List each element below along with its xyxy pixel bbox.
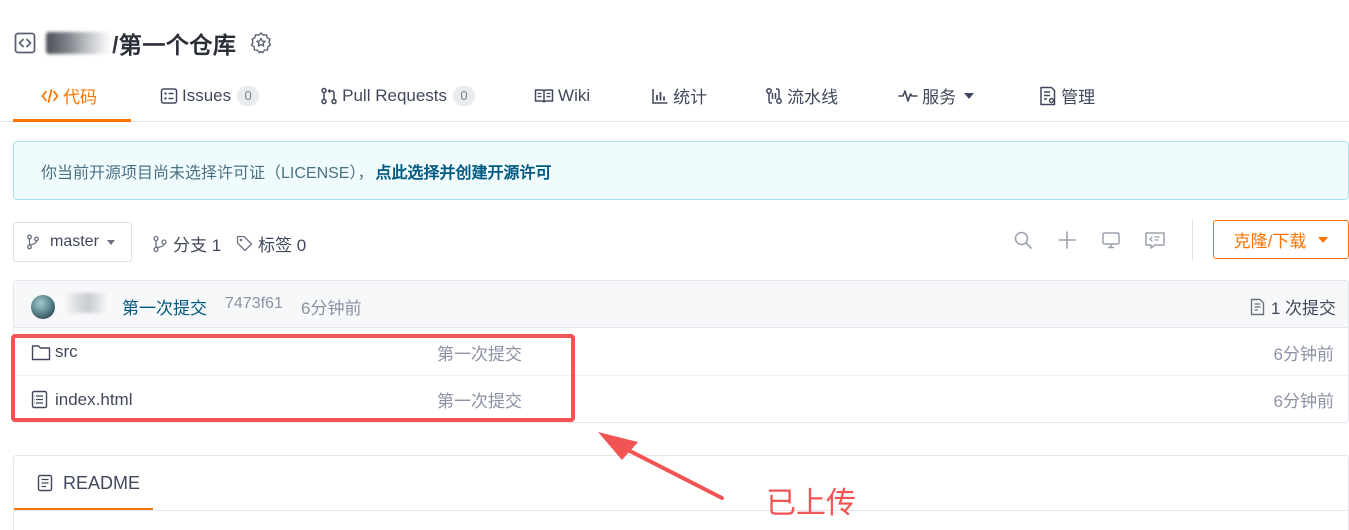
commit-history-icon (1250, 298, 1265, 316)
file-commit-time: 6分钟前 (1273, 344, 1334, 364)
branch-icon (26, 234, 40, 250)
tab-code[interactable]: 代码 (13, 72, 131, 122)
tab-stats-label: 统计 (673, 88, 708, 107)
tab-pipeline-label: 流水线 (787, 88, 839, 107)
commit-count-label: 1 次提交 (1270, 299, 1336, 318)
branch-icon (152, 235, 168, 253)
pull-requests-count-badge: 0 (453, 85, 476, 106)
tab-code-label: 代码 (63, 88, 97, 107)
tab-pull-requests[interactable]: Pull Requests 0 (320, 72, 476, 119)
file-commit-message[interactable]: 第一次提交 (437, 340, 522, 365)
tab-pipeline[interactable]: 流水线 (765, 72, 838, 119)
file-commit-time: 6分钟前 (1273, 392, 1334, 411)
file-name[interactable]: src (55, 342, 78, 362)
file-commit-message[interactable]: 第一次提交 (437, 387, 522, 412)
tags-label: 标签 0 (258, 236, 307, 255)
plus-icon[interactable] (1056, 229, 1078, 251)
latest-commit-time: 6分钟前 (301, 299, 362, 318)
issues-count-badge: 0 (237, 85, 260, 106)
license-notice: 你当前开源项目尚未选择许可证（LICENSE）， 点此选择并创建开源许可 (13, 141, 1349, 200)
file-row[interactable]: index.html 第一次提交 6分钟前 (14, 376, 1348, 423)
pulse-icon (898, 88, 918, 104)
tab-services[interactable]: 服务 (898, 72, 975, 119)
readme-divider (14, 510, 1348, 511)
tab-pull-requests-label: Pull Requests (342, 85, 448, 105)
repo-title-row: /第一个仓库 (13, 26, 274, 60)
tab-issues[interactable]: Issues 0 (160, 72, 260, 119)
file-text-icon (37, 474, 53, 492)
issues-icon (160, 87, 178, 105)
latest-commit-message[interactable]: 第一次提交 (122, 294, 207, 319)
commit-author-redacted[interactable] (61, 293, 111, 313)
monitor-icon[interactable] (1100, 229, 1122, 251)
readme-tab[interactable]: README (14, 456, 153, 510)
folder-icon (31, 344, 51, 361)
settings-doc-icon (1039, 86, 1057, 106)
branch-select[interactable]: master (13, 222, 132, 262)
toolbar-divider (1192, 220, 1193, 260)
tag-icon (236, 235, 253, 252)
repo-toolbar (1012, 229, 1188, 251)
chevron-down-icon (1318, 236, 1329, 243)
book-icon (534, 88, 554, 104)
latest-commit-bar: 第一次提交 7473f61 6分钟前 1 次提交 (14, 281, 1348, 328)
tab-wiki-label: Wiki (558, 85, 591, 105)
tab-stats[interactable]: 统计 (651, 72, 707, 119)
create-license-link[interactable]: 点此选择并创建开源许可 (375, 159, 551, 183)
tab-manage-label: 管理 (1061, 88, 1096, 107)
comment-code-icon[interactable] (1144, 229, 1166, 251)
repo-tabs: 代码 Issues 0 Pull Requests 0 Wiki 统计 流水线 … (13, 72, 1095, 122)
commit-count-link[interactable]: 1 次提交 (1250, 294, 1336, 319)
avatar[interactable] (31, 295, 55, 319)
license-notice-text: 你当前开源项目尚未选择许可证（LICENSE）， (41, 164, 374, 182)
file-row[interactable]: src 第一次提交 6分钟前 (14, 329, 1348, 376)
annotation-arrow (598, 432, 724, 500)
clone-download-button[interactable]: 克隆/下载 (1213, 220, 1349, 259)
pipeline-icon (765, 87, 783, 105)
chevron-down-icon (964, 92, 975, 99)
file-text-icon (31, 390, 48, 409)
clone-download-label: 克隆/下载 (1233, 232, 1307, 251)
tab-issues-label: Issues (182, 85, 232, 105)
repo-header: /第一个仓库 代码 Issues 0 Pull Requests 0 Wiki … (0, 0, 1349, 122)
branches-link[interactable]: 分支 1 (152, 231, 221, 256)
repo-name[interactable]: /第一个仓库 (112, 26, 236, 60)
branch-select-value: master (50, 233, 99, 250)
bar-chart-icon (651, 87, 669, 105)
recommend-badge-icon[interactable] (248, 30, 274, 56)
tab-manage[interactable]: 管理 (1039, 72, 1095, 119)
file-name[interactable]: index.html (55, 390, 132, 410)
repo-owner-redacted[interactable] (46, 32, 112, 54)
chevron-down-icon (106, 239, 115, 245)
readme-tab-label: README (63, 472, 141, 493)
file-list: 第一次提交 7473f61 6分钟前 1 次提交 src 第一次提交 6分钟前 … (13, 280, 1349, 423)
pull-request-icon (320, 87, 338, 105)
tab-services-label: 服务 (922, 88, 957, 107)
tags-link[interactable]: 标签 0 (236, 231, 306, 256)
latest-commit-sha[interactable]: 7473f61 (225, 295, 283, 313)
tab-wiki[interactable]: Wiki (534, 72, 590, 119)
branches-label: 分支 1 (173, 236, 222, 255)
annotation-label: 已上传 (766, 487, 856, 520)
code-icon (41, 88, 59, 104)
repo-code-icon (13, 31, 37, 55)
search-icon[interactable] (1012, 229, 1034, 251)
